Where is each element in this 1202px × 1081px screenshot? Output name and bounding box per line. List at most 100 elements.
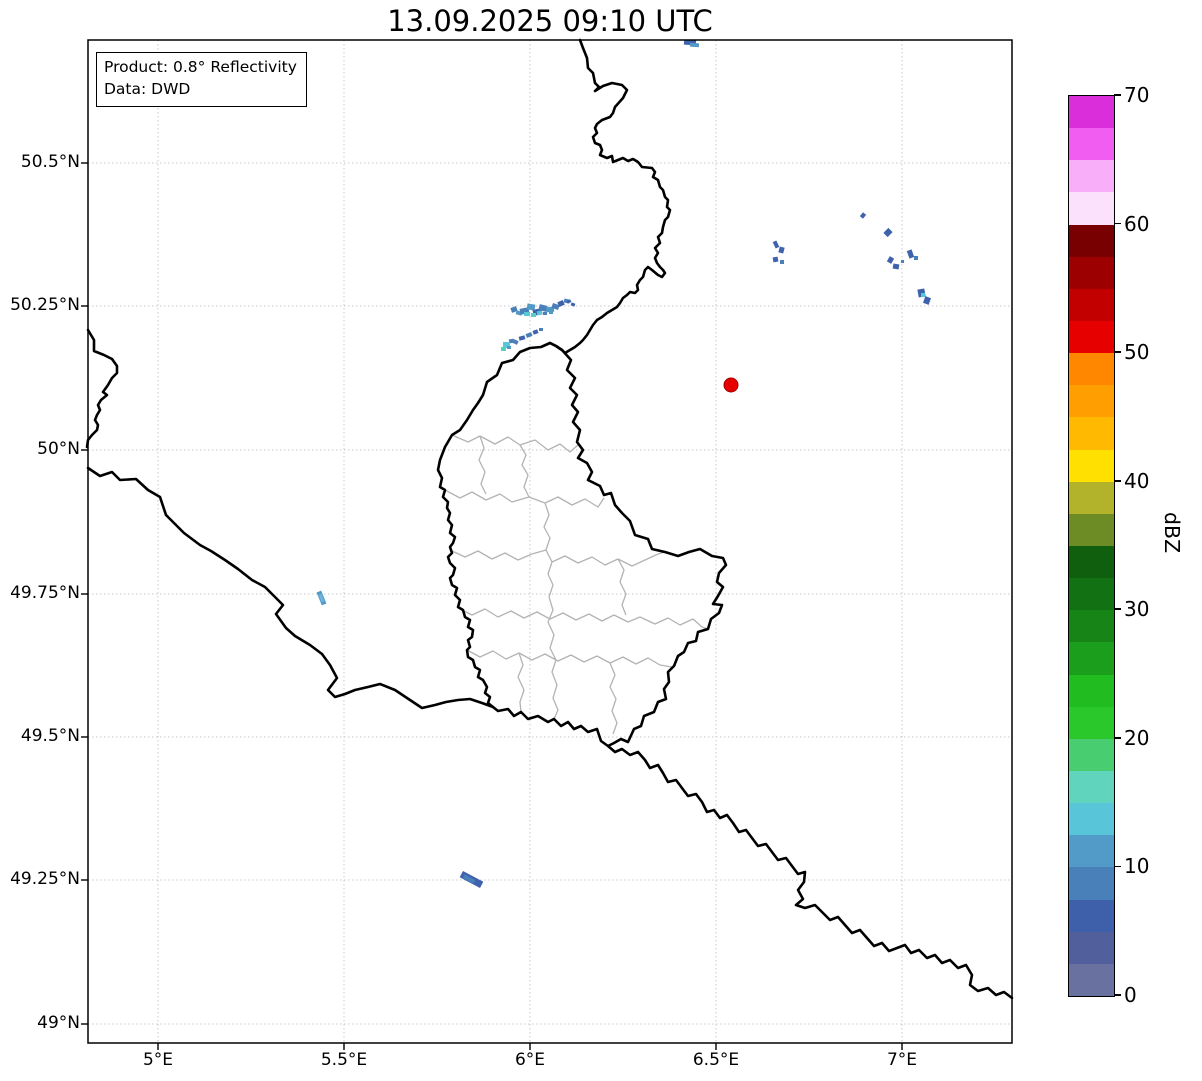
product-label: Product: 0.8° Reflectivity <box>104 58 297 76</box>
map-canvas <box>81 38 1014 1050</box>
colorbar-segment <box>1069 321 1114 354</box>
longitude-label: 5°E <box>142 1050 174 1070</box>
colorbar-tick <box>1114 865 1121 868</box>
radar-echo <box>689 42 700 48</box>
colorbar-tick <box>1114 608 1121 611</box>
radar-echo <box>507 346 511 349</box>
radar-echo <box>539 328 543 331</box>
radar-echo <box>549 311 553 314</box>
radar-echo <box>518 335 526 341</box>
radar-echo <box>543 312 547 315</box>
plot-frame <box>87 39 1013 1044</box>
colorbar-segment <box>1069 706 1114 739</box>
colorbar-segment <box>1069 738 1114 772</box>
colorbar-tick <box>1114 479 1121 482</box>
radar-echo <box>531 313 536 317</box>
latitude-label: 49.75°N <box>10 583 80 603</box>
radar-echo <box>886 256 895 264</box>
colorbar-segment <box>1069 899 1114 932</box>
radar-figure: 13.09.2025 09:10 UTC Product: 0.8° Refle… <box>0 0 1202 1081</box>
colorbar <box>1068 95 1115 997</box>
radar-echo <box>524 312 530 316</box>
longitude-label: 6.5°E <box>692 1050 740 1070</box>
radar-echo <box>525 332 533 338</box>
colorbar-segment <box>1069 578 1114 611</box>
radar-echo <box>501 347 506 351</box>
colorbar-tick-label: 10 <box>1124 854 1150 879</box>
colorbar-segment <box>1069 513 1114 547</box>
colorbar-segment <box>1069 674 1114 707</box>
radar-echo <box>922 296 932 305</box>
colorbar-tick-label: 50 <box>1124 340 1150 365</box>
radar-echo <box>778 246 785 254</box>
latitude-label: 50°N <box>37 439 80 459</box>
radar-echo <box>532 329 539 335</box>
radar-echo <box>901 260 904 263</box>
latitude-label: 49.5°N <box>20 726 80 746</box>
border-france-belgium <box>85 328 495 710</box>
colorbar-segment <box>1069 353 1114 386</box>
colorbar-segment <box>1069 224 1114 257</box>
colorbar-segment <box>1069 931 1114 964</box>
colorbar-segment <box>1069 481 1114 514</box>
colorbar-tick-label: 20 <box>1124 725 1150 750</box>
colorbar-unit-label: dBZ <box>1160 512 1184 554</box>
colorbar-segment <box>1069 963 1114 996</box>
longitude-label: 6°E <box>514 1050 546 1070</box>
latitude-label: 50.25°N <box>10 295 80 315</box>
radar-echo <box>772 240 780 249</box>
border-luxembourg <box>436 341 728 748</box>
colorbar-tick <box>1114 737 1121 739</box>
colorbar-segment <box>1069 256 1114 289</box>
colorbar-segment <box>1069 610 1114 643</box>
colorbar-segment <box>1069 867 1114 900</box>
colorbar-segment <box>1069 835 1114 868</box>
radar-site-marker <box>723 377 739 393</box>
border-france-germany <box>606 744 1014 1000</box>
latitude-label: 49°N <box>37 1013 80 1033</box>
colorbar-segment <box>1069 128 1114 161</box>
radar-echo <box>914 256 918 260</box>
colorbar-segment <box>1069 288 1114 322</box>
radar-echo <box>570 302 576 307</box>
country-borders <box>85 38 1014 1000</box>
colorbar-tick <box>1114 351 1121 353</box>
colorbar-segment <box>1069 803 1114 836</box>
colorbar-tick <box>1114 994 1121 996</box>
radar-echo <box>883 227 893 238</box>
gridlines <box>88 40 1012 1043</box>
colorbar-tick-label: 0 <box>1124 983 1137 1007</box>
colorbar-segment <box>1069 642 1114 675</box>
radar-echo <box>859 212 867 219</box>
colorbar-tick-label: 60 <box>1124 211 1150 236</box>
colorbar-segment <box>1069 417 1114 450</box>
product-info-box: Product: 0.8° Reflectivity Data: DWD <box>96 52 307 107</box>
colorbar-segment <box>1069 771 1114 804</box>
radar-echo-layer <box>316 39 932 888</box>
colorbar-tick-label: 30 <box>1124 597 1150 622</box>
radar-echo <box>780 260 784 264</box>
canton-borders <box>444 434 709 735</box>
axis-ticks <box>81 162 903 1050</box>
colorbar-segment <box>1069 160 1114 193</box>
figure-title: 13.09.2025 09:10 UTC <box>387 4 713 38</box>
data-source-label: Data: DWD <box>104 80 191 99</box>
radar-echo <box>772 256 779 263</box>
latitude-label: 49.25°N <box>10 869 80 889</box>
longitude-label: 5.5°E <box>320 1050 368 1070</box>
latitude-label: 50.5°N <box>20 152 80 172</box>
radar-echo <box>906 249 915 259</box>
colorbar-segment <box>1069 449 1114 482</box>
colorbar-tick-label: 70 <box>1124 83 1150 107</box>
colorbar-segment <box>1069 192 1114 225</box>
radar-echo <box>921 293 925 297</box>
colorbar-tick <box>1114 94 1121 96</box>
longitude-label: 7°E <box>886 1050 918 1070</box>
colorbar-segment <box>1069 385 1114 418</box>
radar-echo <box>892 263 900 270</box>
colorbar-segment <box>1069 546 1114 579</box>
colorbar-tick <box>1114 222 1121 225</box>
colorbar-tick-label: 40 <box>1124 468 1150 493</box>
colorbar-segment <box>1069 96 1114 129</box>
radar-echo <box>536 310 543 316</box>
